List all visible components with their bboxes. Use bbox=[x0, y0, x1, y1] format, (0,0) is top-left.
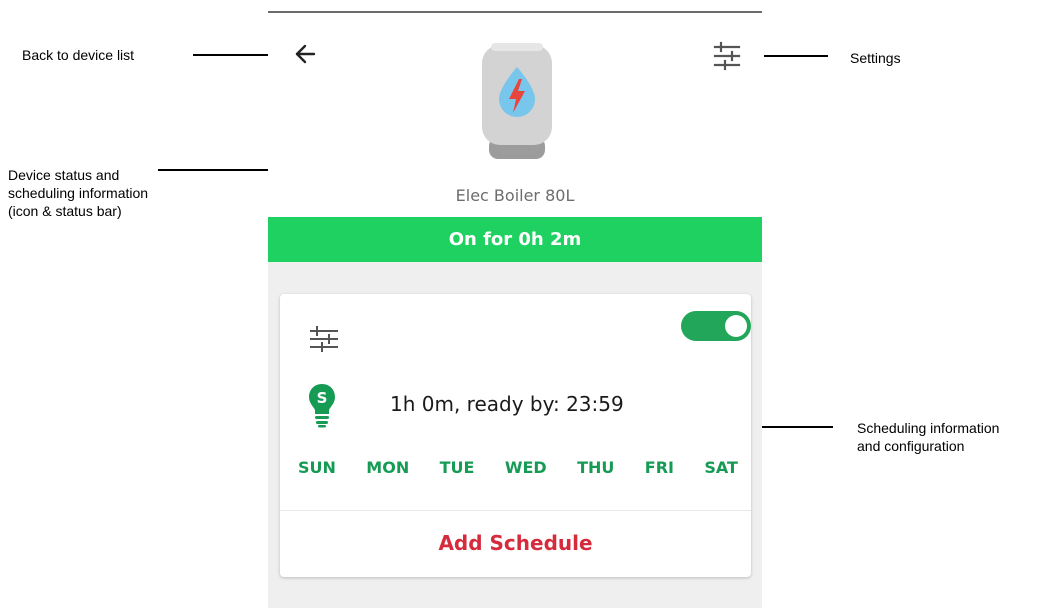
day-wed[interactable]: WED bbox=[505, 458, 547, 484]
annotation-scheduling-line1: Scheduling information bbox=[857, 420, 1000, 436]
day-thu[interactable]: THU bbox=[577, 458, 614, 484]
add-schedule-button[interactable]: Add Schedule bbox=[280, 511, 751, 577]
day-fri[interactable]: FRI bbox=[645, 458, 674, 484]
status-text: On for 0h 2m bbox=[448, 229, 582, 250]
annotation-device-status-line2: scheduling information bbox=[8, 185, 149, 201]
annotation-scheduling: Scheduling information and configuration bbox=[857, 419, 999, 455]
toggle-knob bbox=[725, 315, 747, 337]
top-divider bbox=[268, 11, 762, 13]
status-bar: On for 0h 2m bbox=[268, 217, 762, 262]
annotation-device-status-line3: (icon & status bar) bbox=[8, 203, 122, 219]
schedule-card: S 1h 0m, ready by: 23:59 SUN MON TUE WED… bbox=[280, 294, 751, 577]
annotation-device-status-line1: Device status and bbox=[8, 167, 120, 183]
phone-screen: Elec Boiler 80L On for 0h 2m S 1h 0m, re… bbox=[268, 0, 762, 608]
annotation-back: Back to device list bbox=[22, 47, 135, 63]
device-name: Elec Boiler 80L bbox=[455, 186, 575, 205]
day-sat[interactable]: SAT bbox=[704, 458, 738, 484]
day-sun[interactable]: SUN bbox=[298, 458, 336, 484]
schedule-bulb-icon: S bbox=[307, 382, 337, 428]
annotation-back-line bbox=[193, 54, 277, 56]
schedule-summary: 1h 0m, ready by: 23:59 bbox=[390, 392, 624, 416]
schedule-settings-icon[interactable] bbox=[308, 325, 340, 353]
svg-text:S: S bbox=[317, 389, 328, 407]
arrow-left-icon[interactable] bbox=[294, 43, 316, 65]
sliders-icon[interactable] bbox=[712, 40, 742, 72]
schedule-toggle[interactable] bbox=[681, 311, 751, 341]
water-heater-icon bbox=[481, 41, 553, 163]
day-mon[interactable]: MON bbox=[366, 458, 409, 484]
days-row: SUN MON TUE WED THU FRI SAT bbox=[298, 458, 738, 484]
annotation-settings: Settings bbox=[850, 50, 901, 66]
annotation-settings-line bbox=[764, 55, 828, 57]
day-tue[interactable]: TUE bbox=[440, 458, 475, 484]
annotation-scheduling-line2: and configuration bbox=[857, 438, 965, 454]
annotation-device-status: Device status and scheduling information… bbox=[8, 166, 148, 220]
